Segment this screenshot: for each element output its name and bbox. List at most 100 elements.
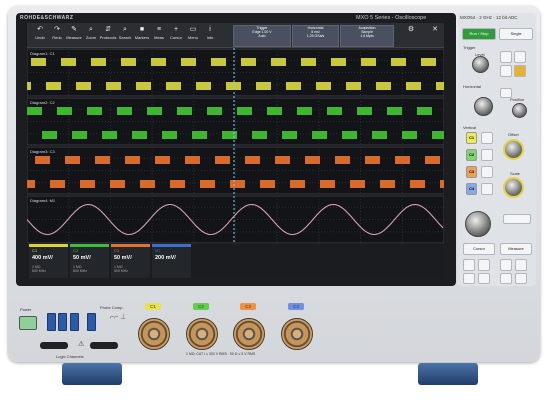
close-icon[interactable]: ✕ [426,25,444,45]
wheel-mode-button[interactable] [503,214,531,224]
waveform-level [72,131,87,139]
math-button[interactable] [481,132,493,144]
channel-name: M1 [155,248,161,253]
channel-name: C2 [73,248,79,253]
acquisition-setup-box[interactable]: Acquisition Sample 1.6 Mpts [340,25,394,47]
waveform-level [132,131,147,139]
horizontal-position-knob[interactable] [512,103,527,118]
print-button[interactable] [500,273,512,284]
undo-icon: ↶ [37,26,43,33]
toolbar-button-label: Redo [52,35,62,40]
vertical-scale-knob[interactable] [503,177,524,198]
preset-button[interactable] [463,273,475,284]
channel-button-c1[interactable]: C1 [466,132,477,144]
input-label-c2: C2 [193,303,209,310]
logic-button[interactable] [481,183,493,195]
channel-button-c3[interactable]: C3 [466,166,477,178]
zoom-button[interactable] [500,88,512,98]
waveform-level [207,107,222,115]
waveform-level [200,180,215,188]
trigger-setup-text: Auto [258,34,266,38]
toolbar-info-button[interactable]: i Info [201,25,219,45]
single-button[interactable]: Single [499,28,533,40]
diagram-label: Diagram3: C3 [30,149,55,154]
bnc-input-c1[interactable] [138,318,170,350]
cursor-button[interactable]: Cursor [463,243,495,255]
channel-info-c3[interactable]: C3 50 mV/1 MΩ 500 MHz [111,244,150,278]
channel-info-c1[interactable]: C1 400 mV/1 MΩ 500 MHz [29,244,68,278]
left-foot [62,363,122,385]
logic-connector-2[interactable] [90,342,118,349]
touch-screen[interactable]: ↶ Undo ↷ Redo ✎ Measure ⌕ Zoom ⇵ Protocols ⌕ Search… [27,23,444,278]
toolbar-search-button[interactable]: ⌕ Search [116,25,134,45]
bnc-input-c3[interactable] [233,318,265,350]
toolbar-protocol-button[interactable]: ⇵ Protocols [99,25,117,45]
waveform-level [155,156,170,164]
waveform-level [125,156,140,164]
waveform-level [406,82,421,90]
toolbar-cursor-button[interactable]: + Cursor [167,25,185,45]
waveform-level [241,58,256,66]
trigger-mode-button[interactable] [500,51,512,63]
home-button[interactable] [463,259,475,271]
input-label-c1: C1 [145,303,161,310]
probe-comp-label: Probe Comp. [100,305,124,310]
usb-port-1[interactable] [47,313,56,331]
toolbar-button-label: Meas [154,35,164,40]
waveform-level [387,107,402,115]
toolbar-zoom-button[interactable]: ⌕ Zoom [82,25,100,45]
waveform-level [335,156,350,164]
bus-button[interactable] [481,166,493,178]
trigger-level-knob[interactable] [472,56,489,73]
waveform-level [147,107,162,115]
touch-lock-button[interactable] [478,259,490,271]
trigger-force-button[interactable] [514,65,526,77]
waveform-level [350,180,365,188]
display-button[interactable] [515,273,527,284]
waveform-level [185,156,200,164]
bnc-input-c4[interactable] [281,318,313,350]
waveform-area[interactable]: Diagram1: C1 Diagram2: C2 Diagram3: C3 Diag… [27,48,444,244]
save-button[interactable] [500,259,512,271]
usb-port-3[interactable] [70,313,79,331]
offset-label: Offset [508,132,519,137]
waveform-level [327,107,342,115]
toolbar-chart-button[interactable]: ≡ Meas [150,25,168,45]
ref-button[interactable] [481,149,493,161]
toolbar-redo-button[interactable]: ↷ Redo [48,25,66,45]
horizontal-scale-knob[interactable] [474,97,493,116]
multipurpose-knob[interactable] [465,211,491,237]
logic-connector-1[interactable] [40,342,68,349]
waveform-level [410,180,425,188]
channel-button-c4[interactable]: C4 [466,183,477,195]
toolbar-button-label: Menu [187,35,198,40]
keyboard-button[interactable] [515,259,527,271]
trigger-setup-box[interactable]: Trigger Edge 1.00 V Auto [233,25,291,47]
measure-button[interactable]: Measure [500,243,532,255]
channel-info-c2[interactable]: C2 50 mV/1 MΩ 500 MHz [70,244,109,278]
vertical-offset-knob[interactable] [503,139,524,160]
toolbar-menu-button[interactable]: ▭ Menu [184,25,202,45]
waveform-level [76,82,91,90]
settings-icon[interactable]: ⚙ [402,25,420,45]
horizontal-setup-box[interactable]: Horizontal 5 ms/1.25 GSa/s [292,25,339,47]
run-stop-button[interactable]: Run / Stop [462,28,496,40]
channel-button-c2[interactable]: C2 [466,149,477,161]
toolbar-undo-button[interactable]: ↶ Undo [31,25,49,45]
trigger-setup-button[interactable] [514,51,526,63]
waveform-level [357,107,372,115]
toolbar-button-label: Info [206,35,214,40]
waveform-level [170,180,185,188]
chart-icon: ≡ [156,26,162,33]
usb-port-4[interactable] [87,313,96,331]
bnc-input-c2[interactable] [186,318,218,350]
waveform-level [181,58,196,66]
acquisition-setup-text: 1.6 Mpts [360,34,374,38]
channel-info-m1[interactable]: M1 200 mV/ [152,244,191,278]
toolbar-ruler-button[interactable]: ✎ Measure [65,25,83,45]
autoset-button[interactable] [478,273,490,284]
power-button[interactable] [19,316,37,330]
trigger-source-button[interactable] [500,65,512,77]
toolbar-marker-button[interactable]: ■ Markers [133,25,151,45]
usb-port-2[interactable] [58,313,67,331]
